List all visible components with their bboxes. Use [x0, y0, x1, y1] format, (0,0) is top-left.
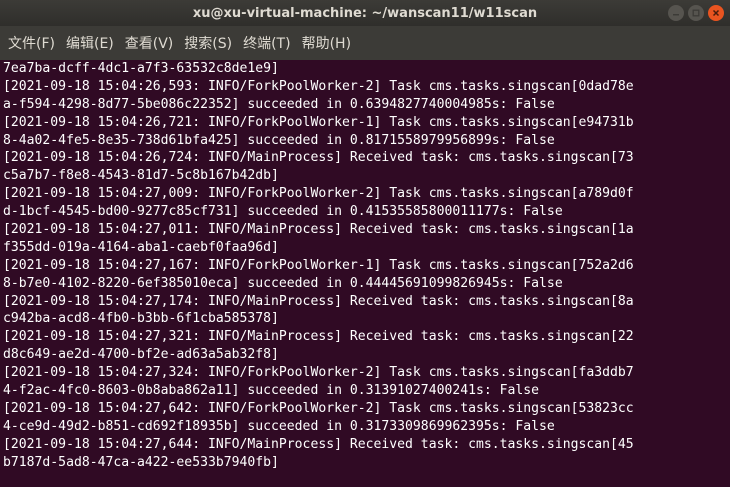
menu-search[interactable]: 搜索(S): [180, 33, 236, 53]
menu-terminal[interactable]: 终端(T): [239, 33, 294, 53]
minimize-button[interactable]: [668, 5, 684, 21]
terminal-line: a-f594-4298-8d77-5be086c22352] succeeded…: [3, 96, 555, 112]
menu-bar: 文件(F) 编辑(E) 查看(V) 搜索(S) 终端(T) 帮助(H): [0, 26, 730, 60]
menu-file[interactable]: 文件(F): [4, 33, 59, 53]
terminal-line: c5a7b7-f8e8-4543-81d7-5c8b167b42db]: [3, 168, 279, 184]
maximize-icon: [692, 9, 700, 17]
terminal-line: [2021-09-18 15:04:27,642: INFO/ForkPoolW…: [3, 400, 634, 416]
terminal-line: 4-ce9d-49d2-b851-cd692f18935b] succeeded…: [3, 418, 555, 434]
close-icon: [712, 9, 720, 17]
maximize-button[interactable]: [688, 5, 704, 21]
terminal-line: [2021-09-18 15:04:26,721: INFO/ForkPoolW…: [3, 114, 634, 130]
terminal-line: [2021-09-18 15:04:27,011: INFO/MainProce…: [3, 222, 634, 238]
terminal-line: 7ea7ba-dcff-4dc1-a7f3-63532c8de1e9]: [3, 61, 279, 76]
terminal-line: [2021-09-18 15:04:26,593: INFO/ForkPoolW…: [3, 78, 634, 94]
terminal-line: 8-b7e0-4102-8220-6ef385010eca] succeeded…: [3, 275, 563, 291]
menu-edit[interactable]: 编辑(E): [62, 33, 118, 53]
terminal-line: c942ba-acd8-4fb0-b3bb-6f1cba585378]: [3, 311, 279, 327]
terminal-line: [2021-09-18 15:04:27,167: INFO/ForkPoolW…: [3, 257, 634, 273]
terminal-line: [2021-09-18 15:04:27,644: INFO/MainProce…: [3, 436, 634, 452]
terminal-cursor-line: [3, 471, 727, 487]
menu-view[interactable]: 查看(V): [121, 33, 178, 53]
terminal-line: d-1bcf-4545-bd00-9277c85cf731] succeeded…: [3, 204, 563, 220]
terminal-line: 8-4a02-4fe5-8e35-738d61bfa425] succeeded…: [3, 132, 555, 148]
terminal-line: 4-f2ac-4fc0-8603-0b8aba862a11] succeeded…: [3, 383, 540, 399]
window-titlebar[interactable]: xu@xu-virtual-machine: ~/wanscan11/w11sc…: [0, 0, 730, 26]
window-controls: [668, 5, 724, 21]
terminal-line: [2021-09-18 15:04:27,009: INFO/ForkPoolW…: [3, 186, 634, 202]
terminal-line: d8c649-ae2d-4700-bf2e-ad63a5ab32f8]: [3, 347, 279, 363]
minimize-icon: [673, 14, 679, 16]
terminal-line: [2021-09-18 15:04:27,321: INFO/MainProce…: [3, 329, 634, 345]
terminal-line: f355dd-019a-4164-aba1-caebf0faa96d]: [3, 239, 279, 255]
window-title: xu@xu-virtual-machine: ~/wanscan11/w11sc…: [192, 5, 538, 21]
close-button[interactable]: [708, 5, 724, 21]
terminal-line: [2021-09-18 15:04:27,324: INFO/ForkPoolW…: [3, 365, 634, 381]
menu-help[interactable]: 帮助(H): [298, 33, 355, 53]
terminal-line: [2021-09-18 15:04:27,174: INFO/MainProce…: [3, 293, 634, 309]
terminal-output[interactable]: 7ea7ba-dcff-4dc1-a7f3-63532c8de1e9] [202…: [0, 60, 730, 487]
terminal-line: [2021-09-18 15:04:26,724: INFO/MainProce…: [3, 150, 634, 166]
terminal-line: b7187d-5ad8-47ca-a422-ee533b7940fb]: [3, 454, 279, 470]
